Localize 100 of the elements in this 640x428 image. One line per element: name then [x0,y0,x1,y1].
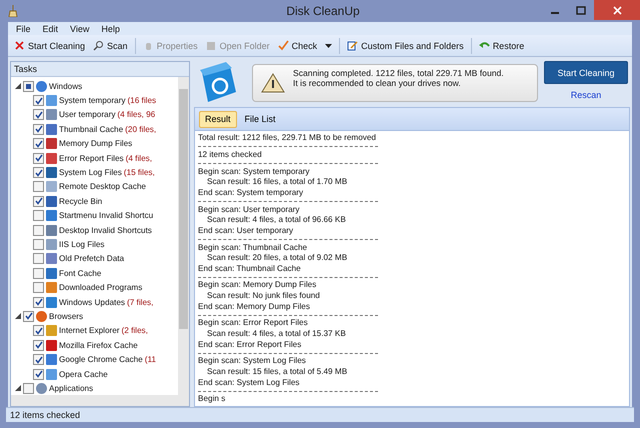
tree-item-label[interactable]: Thumbnail Cache [59,124,124,134]
tree-item-detail: (2 files, [122,326,148,336]
tree-item-label[interactable]: Google Chrome Cache [59,355,143,364]
checkbox[interactable] [33,368,44,380]
checkbox[interactable] [33,354,44,366]
tree-item-detail: (7 files, [126,298,154,307]
checkbox[interactable] [23,80,34,92]
notice-text: It is recommended to clean your drives now. [293,78,462,88]
file-icon [46,340,57,351]
scrollbar[interactable] [178,77,189,395]
toolbar-button[interactable]: Scan [89,36,132,55]
checkbox[interactable] [33,95,44,106]
checkbox[interactable] [33,238,44,250]
tree-item-label[interactable]: System temporary [59,96,126,106]
tab[interactable]: Result [199,110,237,128]
log-line: End scan: System Log Files [198,378,300,388]
tree-item-label[interactable]: Recycle Bin [59,196,102,206]
search-icon [93,40,104,51]
tree-item-detail: (4 files, 96 [117,110,156,120]
file-icon [46,196,57,207]
log-line: Begin scan: User temporary [198,204,300,216]
tree-item-label[interactable]: Error Report Files [59,154,124,163]
checkbox[interactable] [33,296,44,308]
tree-item-label[interactable]: Browsers [49,312,84,321]
menu-item[interactable]: Help [95,24,126,34]
toolbar-button[interactable]: Custom Files and Folders [343,36,468,55]
log-line: Scan result: No junk files found [206,291,321,302]
log-line: Begin scan: System Log Files [198,356,307,367]
checkbox[interactable] [33,325,44,336]
log-line: Begin scan: System temporary [198,166,310,178]
checkbox[interactable] [33,109,44,120]
log-line: End scan: Error Report Files [198,340,302,350]
tab[interactable]: File List [238,110,282,128]
panel-header: Tasks [11,62,189,77]
file-icon [46,109,57,120]
checkbox[interactable] [33,167,44,178]
broom-icon [8,5,18,17]
log-line: Scan result: 16 files, a total of 1.70 MB [206,177,348,188]
expand-arrow-icon[interactable] [15,385,21,392]
start-cleaning-button[interactable]: Start Cleaning [544,61,628,84]
tree-item-label[interactable]: Opera Cache [59,370,108,378]
tree-item-label[interactable]: Memory Dump Files [59,139,132,148]
close-button[interactable] [594,0,640,20]
log-line: Begin scan: Error Report Files [198,318,309,330]
tree-item-label[interactable]: Mozilla Firefox Cache [59,340,138,350]
checkbox[interactable] [23,382,34,394]
tree-item-label[interactable]: Windows Updates [59,298,125,307]
checkbox[interactable] [33,152,44,164]
tree-item-label[interactable]: Desktop Invalid Shortcuts [59,226,152,235]
globe-icon [36,382,47,394]
tree-item-label[interactable]: Remote Desktop Cache [59,182,146,192]
horizontal-scrollbar[interactable] [11,395,189,406]
toolbar-button[interactable]: Check [274,36,322,55]
tree-item-label[interactable]: Font Cache [59,268,102,278]
checkbox[interactable] [33,268,44,279]
checkbox[interactable] [33,224,44,236]
tree-item-label[interactable]: Applications [49,384,94,393]
checkbox[interactable] [33,253,44,264]
tree-item-label[interactable]: System Log Files [59,168,122,178]
checkbox[interactable] [33,196,44,207]
toolbar-button[interactable]: Restore [474,36,528,55]
tree-item-label[interactable]: Internet Explorer [59,326,120,336]
tree-item-label[interactable]: Startmenu Invalid Shortcu [59,211,154,220]
expand-arrow-icon[interactable] [15,313,21,320]
log-line: End scan: Memory Dump Files [198,302,311,312]
log-line: 12 items checked [198,150,263,160]
maximize-icon [576,6,586,14]
tree-item-label[interactable]: Downloaded Programs [59,283,142,292]
tree-item-detail: (4 files, [126,154,152,163]
file-icon [46,368,57,380]
file-icon [46,224,57,236]
checkbox[interactable] [33,210,44,222]
checkbox[interactable] [33,124,44,135]
tree-item-label[interactable]: User temporary [59,110,116,120]
notice-text: Scanning completed. 1212 files, total 229.71 MB found. [293,68,504,78]
tree-item-detail: (20 files, [125,124,156,134]
toolbar-button[interactable]: Start Cleaning [10,36,90,55]
document-pencil-icon [347,40,358,51]
file-icon [46,282,57,294]
log-line: Scan result: 4 files, a total of 96.66 KB [206,215,347,226]
checkbox[interactable] [33,340,44,351]
menu-item[interactable]: Edit [36,24,64,34]
tree-item-label[interactable]: IIS Log Files [59,240,105,249]
file-icon [46,296,57,308]
expand-arrow-icon[interactable] [15,83,21,90]
rescan-link[interactable]: Rescan [570,90,602,100]
log-line: Begin s [198,394,226,405]
checkbox[interactable] [23,310,34,322]
checkbox[interactable] [33,181,44,192]
file-icon [46,167,57,178]
tree-item-label[interactable]: Windows [49,82,82,91]
status-text: 12 items checked [10,410,80,420]
window-title: Disk CleanUp [285,4,361,18]
tree-item-label[interactable]: Old Prefetch Data [59,254,124,264]
checkbox[interactable] [33,282,44,294]
file-icon [46,325,57,336]
menu-item[interactable]: View [64,24,96,34]
log-line: Total result: 1212 files, 229.71 MB to be removed [198,133,377,144]
menu-item[interactable]: File [10,24,37,34]
checkbox[interactable] [33,138,44,150]
